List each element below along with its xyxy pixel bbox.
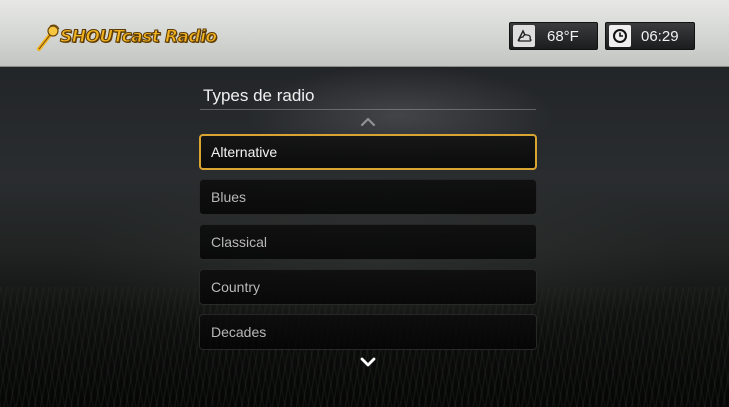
list-item-label: Decades: [211, 324, 267, 340]
radio-type-list: Alternative Blues Classical Country Deca…: [199, 134, 537, 359]
shoutcast-logo: SHOUTcast Radio: [36, 22, 218, 52]
scroll-up-chevron-icon[interactable]: [357, 115, 379, 129]
scroll-down-chevron-icon[interactable]: [357, 355, 379, 369]
title-divider: [200, 109, 536, 110]
weather-cloud-sun-icon: [513, 25, 535, 47]
weather-widget: 68°F: [509, 22, 598, 50]
list-item-label: Blues: [211, 189, 247, 205]
clock-time: 06:29: [641, 27, 679, 45]
screen: SHOUTcast Radio 68°F 06:29 Types de radi…: [0, 0, 729, 407]
list-item-label: Classical: [211, 234, 268, 250]
temperature-value: 68°F: [547, 27, 579, 45]
logo-text: SHOUTcast Radio: [60, 27, 218, 48]
list-item[interactable]: Classical: [199, 224, 537, 260]
clock-icon: [609, 25, 631, 47]
list-item-label: Country: [211, 279, 261, 295]
clock-widget: 06:29: [605, 22, 695, 50]
header-bar: SHOUTcast Radio 68°F 06:29: [0, 0, 729, 67]
list-item[interactable]: Decades: [199, 314, 537, 350]
list-item[interactable]: Country: [199, 269, 537, 305]
list-item[interactable]: Alternative: [199, 134, 537, 170]
list-item[interactable]: Blues: [199, 179, 537, 215]
list-item-label: Alternative: [211, 144, 278, 160]
microphone-icon: [36, 23, 62, 51]
menu-title: Types de radio: [203, 86, 315, 105]
